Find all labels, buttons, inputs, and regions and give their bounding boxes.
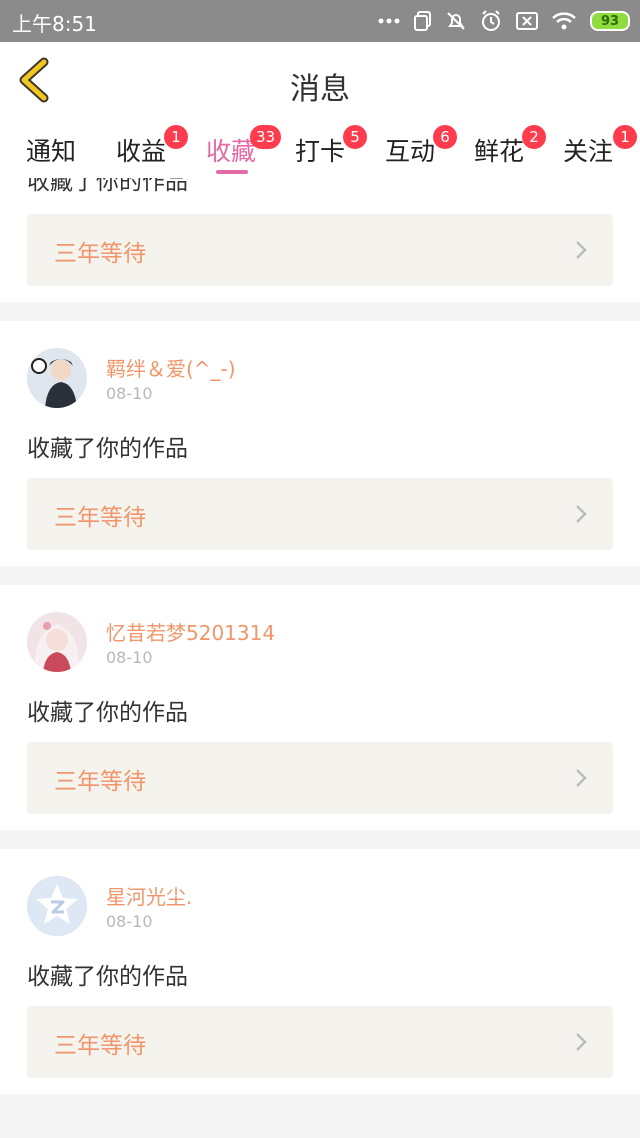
tab-label: 通知 [26, 137, 77, 166]
header: 消息 [0, 42, 640, 120]
tab-checkin[interactable]: 打卡 5 [295, 125, 367, 172]
list-item: 星河光尘. 08-10 收藏了你的作品 三年等待 [0, 849, 640, 1094]
page-title: 消息 [290, 72, 350, 107]
action-text: 收藏了你的作品 [27, 436, 188, 462]
avatar-image [27, 612, 87, 672]
battery-icon: 93 [590, 11, 630, 31]
tab-label: 鲜花 [474, 137, 525, 166]
list-item: 忆昔若梦5201314 08-10 收藏了你的作品 三年等待 [0, 585, 640, 830]
tab-badge: 2 [522, 125, 546, 149]
tab-interactions[interactable]: 互动 6 [385, 125, 457, 172]
active-tab-indicator [216, 170, 248, 174]
work-link[interactable]: 三年等待 [27, 742, 613, 814]
chevron-right-icon [576, 769, 587, 787]
tab-bar: 通知 收益 1 收藏 33 打卡 5 互动 6 鲜花 2 关注 1 [0, 120, 640, 178]
no-sim-icon [516, 12, 538, 30]
avatar[interactable] [27, 348, 87, 408]
tab-badge: 1 [164, 125, 188, 149]
status-time: 上午8:51 [12, 12, 97, 36]
username[interactable]: 忆昔若梦5201314 [106, 617, 275, 646]
date: 08-10 [106, 648, 153, 667]
work-title: 三年等待 [54, 769, 146, 795]
tab-flowers[interactable]: 鲜花 2 [474, 125, 546, 172]
tab-label: 收藏 [206, 137, 257, 166]
tab-label: 互动 [385, 137, 436, 166]
avatar[interactable] [27, 876, 87, 936]
username[interactable]: 羁绊＆爱(^_-) [106, 353, 236, 382]
tab-badge: 1 [613, 125, 637, 149]
tab-notifications[interactable]: 通知 [26, 132, 76, 172]
avatar[interactable] [27, 612, 87, 672]
status-bar: 上午8:51 93 [0, 0, 640, 42]
list-item: 羁绊＆爱(^_-) 08-10 收藏了你的作品 三年等待 [0, 321, 640, 566]
work-title: 三年等待 [54, 1033, 146, 1059]
tab-badge: 33 [250, 125, 282, 149]
default-avatar-icon [27, 876, 87, 936]
more-dots-icon [378, 18, 400, 24]
sim-icon [414, 11, 432, 31]
chevron-right-icon [576, 1033, 587, 1051]
work-link[interactable]: 三年等待 [27, 1006, 613, 1078]
work-title: 三年等待 [54, 505, 146, 531]
work-title: 三年等待 [54, 241, 146, 267]
tab-follow[interactable]: 关注 1 [563, 125, 637, 172]
work-link[interactable]: 三年等待 [27, 214, 613, 286]
username[interactable]: 星河光尘. [106, 881, 192, 910]
action-text: 收藏了你的作品 [27, 964, 188, 990]
tab-favorites[interactable]: 收藏 33 [206, 125, 282, 172]
tab-badge: 6 [433, 125, 457, 149]
tab-label: 收益 [116, 137, 167, 166]
message-feed[interactable]: 收藏了你的作品 三年等待 羁绊＆爱(^_-) 08-10 收藏了你的作品 三年等… [0, 178, 640, 1138]
work-link[interactable]: 三年等待 [27, 478, 613, 550]
date: 08-10 [106, 384, 153, 403]
chevron-right-icon [576, 241, 587, 259]
date: 08-10 [106, 912, 153, 931]
tab-earnings[interactable]: 收益 1 [116, 125, 188, 172]
tab-label: 打卡 [295, 137, 346, 166]
mute-bell-icon [446, 11, 466, 31]
avatar-image [27, 348, 87, 408]
action-text: 收藏了你的作品 [27, 178, 188, 195]
wifi-icon [552, 12, 576, 30]
action-text: 收藏了你的作品 [27, 700, 188, 726]
status-icons: 93 [378, 8, 630, 34]
alarm-icon [480, 10, 502, 32]
tab-badge: 5 [343, 125, 367, 149]
chevron-right-icon [576, 505, 587, 523]
list-item: 收藏了你的作品 三年等待 [0, 178, 640, 302]
tab-label: 关注 [563, 137, 614, 166]
